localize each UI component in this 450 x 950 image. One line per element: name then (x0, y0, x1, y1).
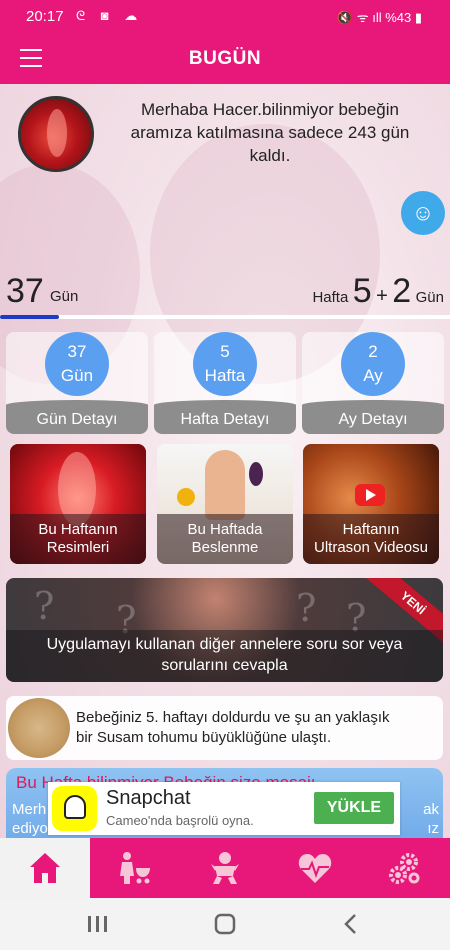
tile-caption: Bu Haftada Beslenme (157, 514, 293, 564)
banner-caption: Uygulamayı kullanan diğer annelere soru … (6, 630, 443, 682)
tile-caption-line: Haftanın (342, 521, 400, 538)
ad-title: Snapchat (106, 787, 191, 809)
week-label: Hafta (312, 289, 349, 306)
nav-mother-stroller[interactable] (90, 838, 180, 898)
status-bar: 20:17 ᘓ ◙ ☁ 🔇 ᯤ ıll %43 ▮ (0, 0, 450, 34)
tile-caption-line: Ultrason Videosu (314, 539, 428, 556)
weekly-nutrition-tile[interactable]: Bu Haftada Beslenme (157, 444, 293, 564)
home-button-icon[interactable] (205, 908, 245, 940)
baby-size-line: Bebeğiniz 5. haftayı doldurdu ve şu an y… (76, 709, 390, 726)
embryo-avatar[interactable] (18, 96, 94, 172)
system-navigation-bar (0, 898, 450, 950)
plus-sign: + (376, 285, 388, 307)
month-unit: Ay (363, 366, 383, 385)
week-unit: Hafta (204, 366, 246, 385)
message-text-right: ak ız (423, 800, 439, 838)
welcome-message: Merhaba Hacer.bilinmiyor bebeğin aramıza… (130, 100, 410, 165)
week-count: 5 (352, 272, 372, 310)
message-fragment: ediyo (12, 820, 48, 837)
snapchat-logo-icon (52, 786, 97, 831)
heart-pulse-icon (298, 854, 332, 883)
month-stat-circle: 2 Ay (341, 332, 405, 396)
nav-baby[interactable] (180, 838, 270, 898)
app-bar: BUGÜN (0, 34, 450, 84)
extra-days-label: Gün (415, 289, 444, 306)
page-title: BUGÜN (188, 48, 262, 69)
message-fragment: Merh (12, 801, 47, 818)
banner-caption-line: Uygulamayı kullanan diğer annelere soru … (46, 636, 403, 653)
gears-icon (389, 853, 420, 884)
message-fragment: ız (427, 820, 439, 837)
month-detail-card[interactable]: 2 Ay Ay Detayı (302, 332, 444, 434)
nav-health[interactable] (270, 838, 360, 898)
baby-icon (211, 852, 239, 884)
days-count: 37 (6, 272, 44, 310)
day-detail-button[interactable]: Gün Detayı (6, 400, 148, 434)
day-detail-card[interactable]: 37 Gün Gün Detayı (6, 332, 148, 434)
install-button[interactable]: YÜKLE (314, 792, 394, 824)
sesame-seed-image (8, 698, 70, 758)
grapes-image (249, 462, 263, 486)
week-progress: Hafta 5 + 2 Gün (312, 272, 444, 311)
week-detail-card[interactable]: 5 Hafta Hafta Detayı (154, 332, 296, 434)
tile-caption-line: Beslenme (191, 539, 259, 556)
home-icon (30, 853, 60, 883)
ad-subtitle: Cameo'nda başrolü oyna. (106, 813, 254, 828)
bottom-navigation (0, 838, 450, 898)
day-value: 37 (67, 342, 87, 361)
week-detail-button[interactable]: Hafta Detayı (154, 400, 296, 434)
day-unit: Gün (60, 366, 94, 385)
back-icon[interactable] (332, 908, 372, 940)
days-label: Gün (50, 288, 79, 305)
weekly-pictures-tile[interactable]: Bu Haftanın Resimleri (10, 444, 146, 564)
baby-size-text: Bebeğiniz 5. haftayı doldurdu ve şu an y… (76, 708, 436, 748)
tile-caption-line: Bu Haftada (187, 521, 263, 538)
banner-caption-line: sorularını cevapla (161, 657, 288, 674)
question-mark-decoration: ? (296, 586, 317, 630)
progress-fill (0, 315, 59, 319)
battery-level: %43 (385, 10, 412, 25)
woman-image (205, 450, 245, 520)
pepper-image (177, 488, 195, 506)
ad-banner[interactable]: Snapchat Cameo'nda başrolü oyna. YÜKLE (48, 782, 400, 835)
baby-size-line: bir Susam tohumu büyüklüğüne ulaştı. (76, 729, 332, 746)
recent-apps-icon[interactable] (78, 908, 118, 940)
pregnancy-progress-bar (0, 315, 450, 319)
content-area: Merhaba Hacer.bilinmiyor bebeğin aramıza… (0, 84, 450, 838)
week-value: 5 (220, 342, 230, 361)
message-text-left: Merh ediyo (12, 800, 48, 838)
tile-caption-line: Resimleri (46, 539, 110, 556)
question-mark-decoration: ? (34, 584, 55, 628)
play-icon (355, 484, 385, 506)
month-value: 2 (368, 342, 378, 361)
day-stat-circle: 37 Gün (45, 332, 109, 396)
ultrasound-video-tile[interactable]: Haftanın Ultrason Videosu (303, 444, 439, 564)
extra-days: 2 (392, 272, 412, 310)
nav-settings[interactable] (360, 838, 450, 898)
baby-icon[interactable]: ☺ (401, 191, 445, 235)
mother-stroller-icon (120, 852, 150, 884)
tile-caption: Haftanın Ultrason Videosu (303, 514, 439, 564)
status-time: 20:17 (26, 8, 64, 25)
week-stat-circle: 5 Hafta (193, 332, 257, 396)
baby-size-card[interactable]: Bebeğiniz 5. haftayı doldurdu ve şu an y… (6, 696, 443, 760)
month-detail-button[interactable]: Ay Detayı (302, 400, 444, 434)
tile-caption-line: Bu Haftanın (38, 521, 118, 538)
nav-home[interactable] (0, 838, 90, 898)
system-icons: 🔇 ᯤ ıll %43 ▮ (336, 10, 422, 25)
notification-icons: ᘓ ◙ ☁ (76, 8, 144, 23)
message-fragment: ak (423, 801, 439, 818)
tile-caption: Bu Haftanın Resimleri (10, 514, 146, 564)
ask-question-banner[interactable]: ? ? ? ? YENİ Uygulamayı kullanan diğer a… (6, 578, 443, 682)
